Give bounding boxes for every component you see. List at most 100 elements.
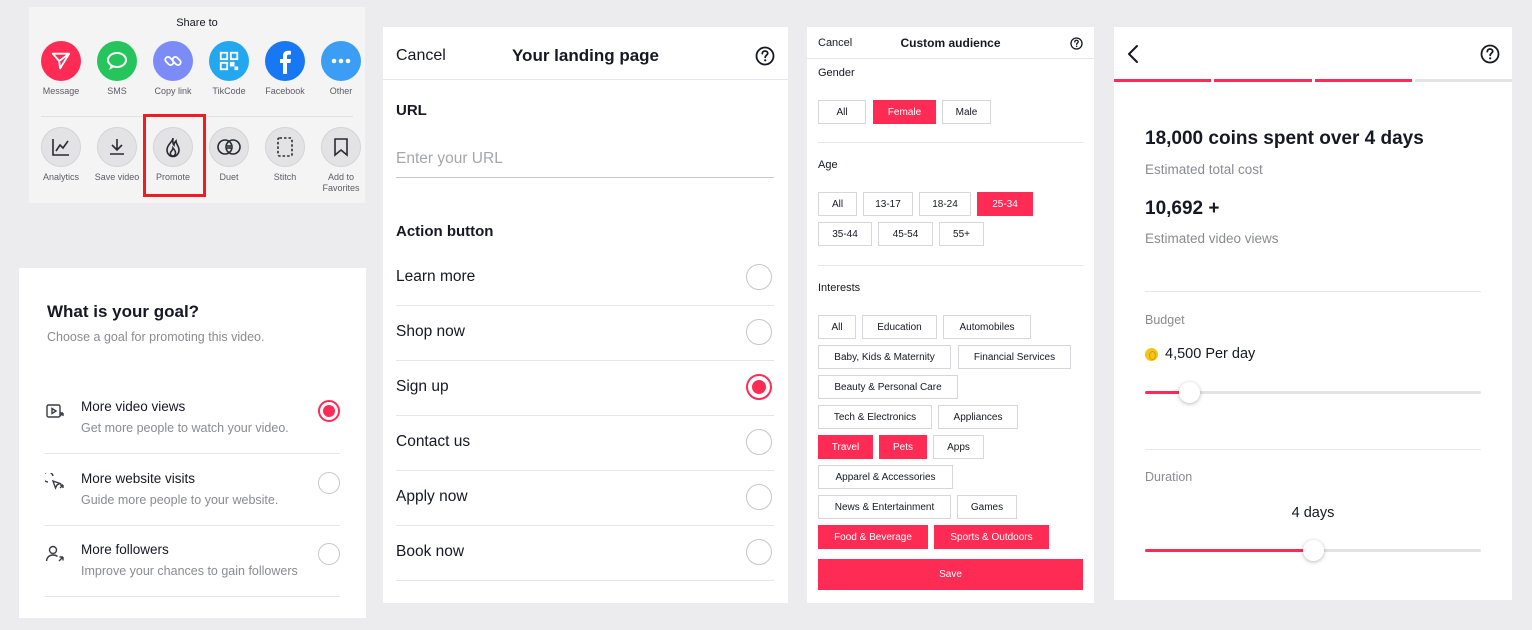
share-save-video-button[interactable]: Save video [89,127,145,183]
cursor-click-icon [42,471,67,495]
section-divider [818,265,1083,266]
share-tikcode-button[interactable]: TikCode [201,41,257,97]
interest-chip-pets[interactable]: Pets [879,435,927,459]
interest-chip-baby-kids[interactable]: Baby, Kids & Maternity [818,345,951,369]
duet-icon [209,127,249,167]
age-chip-all[interactable]: All [818,192,857,216]
goal-option-title: More website visits [81,471,196,486]
action-radio[interactable] [746,429,772,455]
share-message-button[interactable]: Message [33,41,89,97]
coins-summary-caption: Estimated total cost [1145,162,1263,177]
goal-option-video-views[interactable]: More video views Get more people to watc… [45,399,340,471]
action-option-sign-up[interactable]: Sign up [396,361,774,416]
goal-divider [45,525,340,526]
share-label: Analytics [42,172,79,182]
share-analytics-button[interactable]: Analytics [33,127,89,183]
interest-chip-games[interactable]: Games [957,495,1017,519]
interest-chip-appliances[interactable]: Appliances [938,405,1018,429]
interest-chip-automobiles[interactable]: Automobiles [943,315,1031,339]
age-chip-55-plus[interactable]: 55+ [939,222,984,246]
goal-radio[interactable] [318,543,340,565]
back-button[interactable] [1126,43,1142,65]
goal-title: What is your goal? [47,302,200,321]
url-label: URL [396,102,427,119]
age-chip-25-34[interactable]: 25-34 [977,192,1033,216]
age-chip-18-24[interactable]: 18-24 [919,192,971,216]
bookmark-icon [321,127,361,167]
goal-radio[interactable] [318,400,340,422]
action-option-label: Learn more [396,268,476,285]
landing-page-panel: Cancel Your landing page URL Action butt… [383,27,788,603]
goal-option-desc: Improve your chances to gain followers [81,564,298,578]
goal-divider [45,453,340,454]
goal-divider [45,596,340,597]
interest-chip-sports[interactable]: Sports & Outdoors [934,525,1049,549]
interest-chip-financial[interactable]: Financial Services [958,345,1071,369]
share-stitch-button[interactable]: Stitch [257,127,313,183]
share-label: Other [329,86,353,96]
interest-chip-education[interactable]: Education [862,315,937,339]
gender-chip-female[interactable]: Female [873,100,936,124]
action-option-book-now[interactable]: Book now [396,526,774,581]
share-label: Facebook [265,86,305,96]
action-radio[interactable] [746,319,772,345]
share-copy-link-button[interactable]: Copy link [145,41,201,97]
interest-chip-tech[interactable]: Tech & Electronics [818,405,932,429]
interest-chip-food[interactable]: Food & Beverage [818,525,928,549]
goal-radio[interactable] [318,472,340,494]
action-option-label: Book now [396,543,465,560]
interest-chip-travel[interactable]: Travel [818,435,873,459]
age-chip-13-17[interactable]: 13-17 [863,192,913,216]
duration-slider[interactable] [1145,539,1481,561]
goal-option-desc: Guide more people to your website. [81,493,279,507]
share-sms-button[interactable]: SMS [89,41,145,97]
share-label: SMS [107,86,127,96]
more-dots-icon [321,41,361,81]
section-divider [1145,449,1481,450]
action-option-apply-now[interactable]: Apply now [396,471,774,526]
progress-segment [1114,79,1212,82]
gender-chip-all[interactable]: All [818,100,866,124]
link-icon [153,41,193,81]
section-divider [1145,291,1481,292]
download-icon [97,127,137,167]
action-option-contact-us[interactable]: Contact us [396,416,774,471]
interest-chip-news[interactable]: News & Entertainment [818,495,951,519]
slider-thumb[interactable] [1303,540,1324,561]
share-facebook-button[interactable]: Facebook [257,41,313,97]
budget-panel: 18,000 coins spent over 4 days Estimated… [1114,27,1512,600]
action-option-shop-now[interactable]: Shop now [396,306,774,361]
interest-chip-apps[interactable]: Apps [933,435,984,459]
help-icon[interactable] [755,46,775,71]
action-radio[interactable] [746,264,772,290]
gender-chip-male[interactable]: Male [942,100,991,124]
help-icon[interactable] [1070,37,1083,55]
goal-option-website-visits[interactable]: More website visits Guide more people to… [42,471,340,543]
interest-chip-apparel[interactable]: Apparel & Accessories [818,465,953,489]
share-label: Copy link [154,86,192,96]
action-radio[interactable] [746,484,772,510]
age-chip-35-44[interactable]: 35-44 [818,222,872,246]
budget-slider[interactable] [1145,381,1481,403]
coin-icon [1145,347,1158,361]
interest-chip-beauty[interactable]: Beauty & Personal Care [818,375,958,399]
interest-chip-all[interactable]: All [818,315,856,339]
action-option-learn-more[interactable]: Learn more [396,251,774,306]
action-radio[interactable] [746,374,772,400]
goal-panel: What is your goal? Choose a goal for pro… [19,268,366,618]
interests-label: Interests [818,282,861,294]
share-duet-button[interactable]: Duet [201,127,257,183]
save-button[interactable]: Save [818,559,1083,590]
age-chip-45-54[interactable]: 45-54 [878,222,933,246]
share-add-favorites-button[interactable]: Add to Favorites [313,127,365,194]
help-icon[interactable] [1480,44,1500,69]
duration-value: 4 days [1291,505,1335,521]
action-radio[interactable] [746,539,772,565]
url-input[interactable] [396,140,774,178]
slider-thumb[interactable] [1179,382,1200,403]
share-other-button[interactable]: Other [313,41,365,97]
action-option-label: Sign up [396,378,449,395]
share-label: Add to Favorites [322,172,360,193]
share-title: Share to [176,17,218,29]
goal-option-followers[interactable]: More followers Improve your chances to g… [45,542,340,614]
